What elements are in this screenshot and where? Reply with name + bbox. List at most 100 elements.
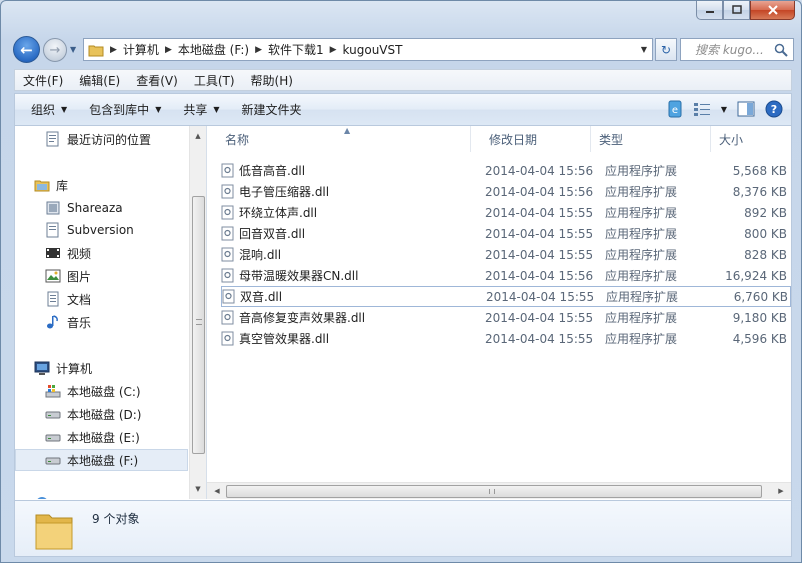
include-library-button[interactable]: 包含到库中 ▼	[78, 94, 172, 125]
recent-pages-dropdown[interactable]: ▼	[70, 45, 80, 55]
chevron-right-icon[interactable]: ▶	[108, 45, 119, 55]
menu-tools[interactable]: 工具(T)	[186, 70, 243, 90]
dll-file-icon	[221, 331, 235, 346]
file-row[interactable]: 混响.dll 2014-04-04 15:55 应用程序扩展 828 KB	[221, 244, 791, 265]
refresh-button[interactable]: ↻	[655, 38, 677, 61]
forward-button[interactable]: →	[43, 38, 67, 62]
organize-label: 组织	[31, 103, 56, 117]
nav-library-shareaza[interactable]: Shareaza	[15, 197, 188, 219]
nav-label: 图片	[67, 269, 92, 284]
maximize-button[interactable]	[723, 1, 750, 20]
file-type: 应用程序扩展	[606, 290, 679, 304]
column-type-label: 类型	[599, 132, 624, 147]
nav-recent-places[interactable]: 最近访问的位置	[15, 128, 188, 150]
nav-drive-f[interactable]: 本地磁盘 (F:)	[15, 449, 188, 471]
file-type: 应用程序扩展	[605, 311, 678, 325]
chevron-right-icon[interactable]: ▶	[328, 45, 339, 55]
file-date: 2014-04-04 15:55	[485, 331, 594, 346]
main-pane: 最近访问的位置 库 Shareaza Subversion 视频 图片 文档 音…	[14, 126, 792, 501]
file-size: 5,568 KB	[732, 163, 787, 178]
dll-file-icon	[221, 205, 235, 220]
chevron-right-icon[interactable]: ▶	[163, 45, 174, 55]
nav-label: 最近访问的位置	[67, 132, 152, 147]
nav-library-videos[interactable]: 视频	[15, 242, 188, 264]
file-row[interactable]: 音高修复变声效果器.dll 2014-04-04 15:55 应用程序扩展 9,…	[221, 307, 791, 328]
video-icon	[45, 245, 61, 261]
nav-drive-e[interactable]: 本地磁盘 (E:)	[15, 426, 188, 448]
view-options-icon[interactable]	[693, 102, 711, 116]
column-name[interactable]: ▲ 名称	[207, 126, 471, 152]
nav-label: 本地磁盘 (C:)	[67, 384, 141, 399]
new-folder-button[interactable]: 新建文件夹	[231, 94, 313, 125]
file-size: 9,180 KB	[732, 310, 787, 325]
scroll-down-icon[interactable]: ▼	[190, 481, 206, 497]
nav-library-pictures[interactable]: 图片	[15, 265, 188, 287]
nav-drive-d[interactable]: 本地磁盘 (D:)	[15, 403, 188, 425]
file-name: 双音.dll	[240, 290, 283, 304]
file-size: 800 KB	[744, 226, 787, 241]
dll-file-icon	[221, 163, 235, 178]
column-date-label: 修改日期	[489, 132, 538, 147]
address-dropdown[interactable]: ▼	[636, 39, 652, 60]
back-button[interactable]: ←	[13, 36, 40, 63]
nav-label: 本地磁盘 (E:)	[67, 430, 140, 445]
search-placeholder: 搜索 kugo...	[695, 43, 764, 57]
share-button[interactable]: 共享 ▼	[172, 94, 230, 125]
horizontal-scrollbar[interactable]: ◀ ▶	[207, 482, 791, 499]
address-row: ← → ▼ ▶ 计算机 ▶ 本地磁盘 (F:) ▶ 软件下载1 ▶ kugouV…	[1, 33, 801, 65]
file-row[interactable]: 真空管效果器.dll 2014-04-04 15:55 应用程序扩展 4,596…	[221, 328, 791, 349]
organize-button[interactable]: 组织 ▼	[15, 94, 78, 125]
recent-places-icon	[45, 131, 61, 147]
view-dropdown-icon[interactable]: ▼	[721, 105, 727, 114]
nav-scrollbar[interactable]: ▲ ▼	[189, 126, 206, 499]
column-size[interactable]: 大小	[711, 126, 791, 152]
drive-icon	[45, 406, 61, 422]
address-bar[interactable]: ▶ 计算机 ▶ 本地磁盘 (F:) ▶ 软件下载1 ▶ kugouVST ▼	[83, 38, 653, 61]
nav-library-documents[interactable]: 文档	[15, 288, 188, 310]
navigation-pane: 最近访问的位置 库 Shareaza Subversion 视频 图片 文档 音…	[15, 126, 189, 499]
menu-view[interactable]: 查看(V)	[128, 70, 186, 90]
column-type[interactable]: 类型	[591, 126, 711, 152]
nav-library-music[interactable]: 音乐	[15, 311, 188, 333]
column-date[interactable]: 修改日期	[471, 126, 591, 152]
crumb-computer[interactable]: 计算机	[119, 39, 163, 60]
file-type: 应用程序扩展	[605, 227, 678, 241]
library-folder-icon	[45, 222, 61, 238]
crumb-drive[interactable]: 本地磁盘 (F:)	[174, 39, 253, 60]
scroll-up-icon[interactable]: ▲	[190, 128, 206, 144]
preview-pane-icon[interactable]	[737, 101, 755, 117]
minimize-button[interactable]	[696, 1, 723, 20]
chevron-right-icon[interactable]: ▶	[253, 45, 264, 55]
dll-file-icon	[221, 184, 235, 199]
scroll-thumb[interactable]	[226, 485, 762, 498]
nav-network-partial[interactable]	[15, 492, 188, 499]
maximize-icon	[731, 5, 742, 14]
nav-computer[interactable]: 计算机	[15, 357, 188, 379]
crumb-folder[interactable]: 软件下载1	[264, 39, 328, 60]
file-row[interactable]: 回音双音.dll 2014-04-04 15:55 应用程序扩展 800 KB	[221, 223, 791, 244]
file-row[interactable]: 双音.dll 2014-04-04 15:55 应用程序扩展 6,760 KB	[221, 286, 791, 307]
ie-icon[interactable]: e	[667, 100, 683, 118]
file-date: 2014-04-04 15:55	[486, 289, 595, 304]
file-row[interactable]: 电子管压缩器.dll 2014-04-04 15:56 应用程序扩展 8,376…	[221, 181, 791, 202]
file-name: 环绕立体声.dll	[239, 206, 318, 220]
nav-drive-c[interactable]: 本地磁盘 (C:)	[15, 380, 188, 402]
crumb-current[interactable]: kugouVST	[339, 39, 407, 60]
menu-help[interactable]: 帮助(H)	[243, 70, 301, 90]
menu-file[interactable]: 文件(F)	[15, 70, 71, 90]
file-row[interactable]: 母带温暖效果器CN.dll 2014-04-04 15:56 应用程序扩展 16…	[221, 265, 791, 286]
scroll-left-icon[interactable]: ◀	[209, 483, 225, 499]
nav-library-subversion[interactable]: Subversion	[15, 219, 188, 241]
dll-file-icon	[221, 247, 235, 262]
help-icon[interactable]: ?	[765, 100, 783, 118]
search-input[interactable]: 搜索 kugo...	[680, 38, 794, 61]
scroll-thumb[interactable]	[192, 196, 205, 454]
nav-libraries[interactable]: 库	[15, 174, 188, 196]
file-type: 应用程序扩展	[605, 248, 678, 262]
file-row[interactable]: 低音高音.dll 2014-04-04 15:56 应用程序扩展 5,568 K…	[221, 160, 791, 181]
scroll-right-icon[interactable]: ▶	[773, 483, 789, 499]
close-button[interactable]	[750, 1, 795, 20]
file-size: 4,596 KB	[732, 331, 787, 346]
menu-edit[interactable]: 编辑(E)	[71, 70, 128, 90]
file-row[interactable]: 环绕立体声.dll 2014-04-04 15:55 应用程序扩展 892 KB	[221, 202, 791, 223]
